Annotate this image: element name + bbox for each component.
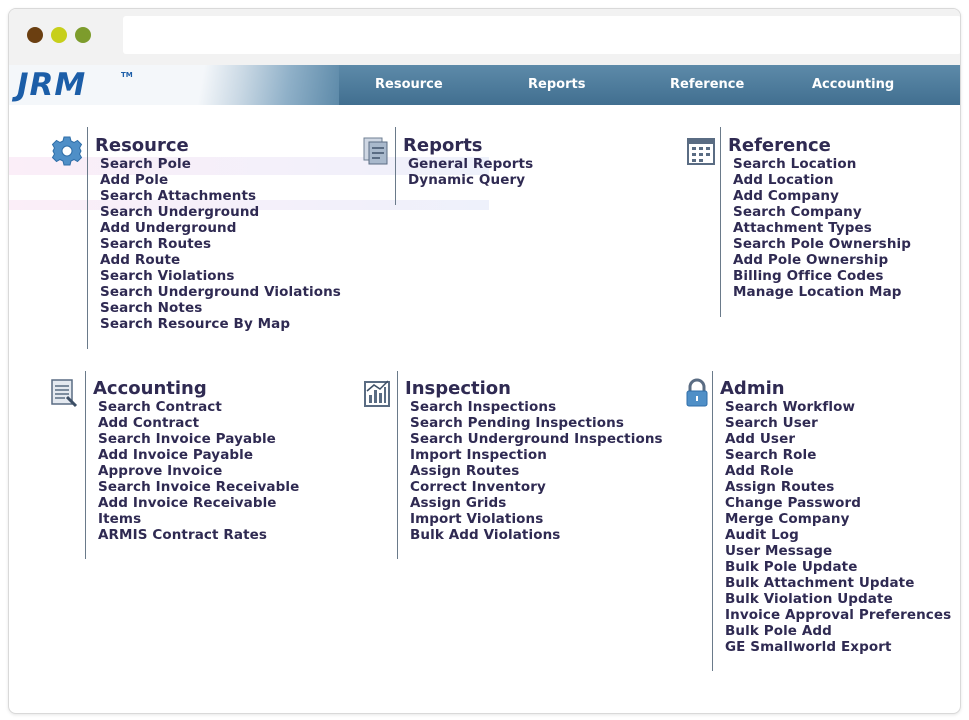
link-search-pole[interactable]: Search Pole	[100, 156, 341, 172]
link-search-company[interactable]: Search Company	[733, 204, 911, 220]
accounting-divider	[85, 371, 86, 559]
clipboard-chart-icon	[361, 377, 393, 409]
resource-links: Search Pole Add Pole Search Attachments …	[100, 156, 341, 332]
link-correct-inventory[interactable]: Correct Inventory	[410, 479, 663, 495]
nav-reference[interactable]: Reference	[670, 77, 744, 92]
nav-accounting[interactable]: Accounting	[812, 77, 894, 92]
link-import-inspection[interactable]: Import Inspection	[410, 447, 663, 463]
link-search-violations[interactable]: Search Violations	[100, 268, 341, 284]
maximize-window-dot[interactable]	[75, 27, 91, 43]
link-bulk-pole-add[interactable]: Bulk Pole Add	[725, 623, 951, 639]
link-add-underground[interactable]: Add Underground	[100, 220, 341, 236]
link-add-contract[interactable]: Add Contract	[98, 415, 299, 431]
top-nav-bar: JRM TM Resource Reports Reference Accoun…	[9, 65, 960, 105]
browser-window: JRM TM Resource Reports Reference Accoun…	[8, 8, 961, 714]
inspection-links: Search Inspections Search Pending Inspec…	[410, 399, 663, 543]
admin-links: Search Workflow Search User Add User Sea…	[725, 399, 951, 655]
link-search-pole-ownership[interactable]: Search Pole Ownership	[733, 236, 911, 252]
link-attachment-types[interactable]: Attachment Types	[733, 220, 911, 236]
link-bulk-pole-update[interactable]: Bulk Pole Update	[725, 559, 951, 575]
link-dynamic-query[interactable]: Dynamic Query	[408, 172, 533, 188]
link-search-underground[interactable]: Search Underground	[100, 204, 341, 220]
link-add-pole[interactable]: Add Pole	[100, 172, 341, 188]
inspection-title: Inspection	[405, 378, 511, 399]
link-search-user[interactable]: Search User	[725, 415, 951, 431]
link-add-role[interactable]: Add Role	[725, 463, 951, 479]
link-manage-location-map[interactable]: Manage Location Map	[733, 284, 911, 300]
link-search-invoice-receivable[interactable]: Search Invoice Receivable	[98, 479, 299, 495]
link-user-message[interactable]: User Message	[725, 543, 951, 559]
browser-chrome	[9, 9, 960, 65]
link-items[interactable]: Items	[98, 511, 299, 527]
link-add-invoice-payable[interactable]: Add Invoice Payable	[98, 447, 299, 463]
link-armis-contract-rates[interactable]: ARMIS Contract Rates	[98, 527, 299, 543]
link-bulk-add-violations[interactable]: Bulk Add Violations	[410, 527, 663, 543]
link-add-location[interactable]: Add Location	[733, 172, 911, 188]
link-search-workflow[interactable]: Search Workflow	[725, 399, 951, 415]
jrm-logo[interactable]: JRM	[17, 69, 86, 101]
link-search-underground-violations[interactable]: Search Underground Violations	[100, 284, 341, 300]
logo-trademark: TM	[121, 71, 133, 79]
menu-content: Resource Search Pole Add Pole Search Att…	[9, 105, 960, 713]
resource-divider	[87, 127, 88, 349]
accounting-links: Search Contract Add Contract Search Invo…	[98, 399, 299, 543]
inspection-divider	[397, 371, 398, 559]
link-search-role[interactable]: Search Role	[725, 447, 951, 463]
admin-title: Admin	[720, 378, 785, 399]
link-general-reports[interactable]: General Reports	[408, 156, 533, 172]
reference-title: Reference	[728, 135, 831, 156]
ledger-icon	[49, 377, 81, 409]
document-icon	[361, 135, 393, 167]
link-add-company[interactable]: Add Company	[733, 188, 911, 204]
link-add-pole-ownership[interactable]: Add Pole Ownership	[733, 252, 911, 268]
link-admin-assign-routes[interactable]: Assign Routes	[725, 479, 951, 495]
link-search-attachments[interactable]: Search Attachments	[100, 188, 341, 204]
link-change-password[interactable]: Change Password	[725, 495, 951, 511]
reference-links: Search Location Add Location Add Company…	[733, 156, 911, 300]
lock-icon	[681, 377, 713, 409]
link-search-contract[interactable]: Search Contract	[98, 399, 299, 415]
link-invoice-approval-preferences[interactable]: Invoice Approval Preferences	[725, 607, 951, 623]
close-window-dot[interactable]	[27, 27, 43, 43]
gear-icon	[51, 135, 83, 167]
link-add-user[interactable]: Add User	[725, 431, 951, 447]
link-search-underground-inspections[interactable]: Search Underground Inspections	[410, 431, 663, 447]
link-merge-company[interactable]: Merge Company	[725, 511, 951, 527]
minimize-window-dot[interactable]	[51, 27, 67, 43]
link-search-invoice-payable[interactable]: Search Invoice Payable	[98, 431, 299, 447]
link-search-routes[interactable]: Search Routes	[100, 236, 341, 252]
link-search-resource-by-map[interactable]: Search Resource By Map	[100, 316, 341, 332]
accounting-title: Accounting	[93, 378, 207, 399]
nav-reports[interactable]: Reports	[528, 77, 585, 92]
link-audit-log[interactable]: Audit Log	[725, 527, 951, 543]
link-search-pending-inspections[interactable]: Search Pending Inspections	[410, 415, 663, 431]
link-bulk-violation-update[interactable]: Bulk Violation Update	[725, 591, 951, 607]
reports-links: General Reports Dynamic Query	[408, 156, 533, 188]
link-assign-grids[interactable]: Assign Grids	[410, 495, 663, 511]
reports-title: Reports	[403, 135, 483, 156]
link-add-invoice-receivable[interactable]: Add Invoice Receivable	[98, 495, 299, 511]
link-add-route[interactable]: Add Route	[100, 252, 341, 268]
reference-divider	[720, 127, 721, 317]
nav-resource[interactable]: Resource	[375, 77, 443, 92]
link-ge-smallworld-export[interactable]: GE Smallworld Export	[725, 639, 951, 655]
logo-area: JRM TM	[9, 65, 339, 105]
link-search-inspections[interactable]: Search Inspections	[410, 399, 663, 415]
link-bulk-attachment-update[interactable]: Bulk Attachment Update	[725, 575, 951, 591]
link-billing-office-codes[interactable]: Billing Office Codes	[733, 268, 911, 284]
link-search-notes[interactable]: Search Notes	[100, 300, 341, 316]
link-assign-routes[interactable]: Assign Routes	[410, 463, 663, 479]
link-search-location[interactable]: Search Location	[733, 156, 911, 172]
calendar-icon	[685, 135, 717, 167]
link-import-violations[interactable]: Import Violations	[410, 511, 663, 527]
address-bar[interactable]	[123, 16, 960, 54]
admin-divider	[712, 371, 713, 671]
reports-divider	[395, 127, 396, 205]
resource-title: Resource	[95, 135, 189, 156]
link-approve-invoice[interactable]: Approve Invoice	[98, 463, 299, 479]
